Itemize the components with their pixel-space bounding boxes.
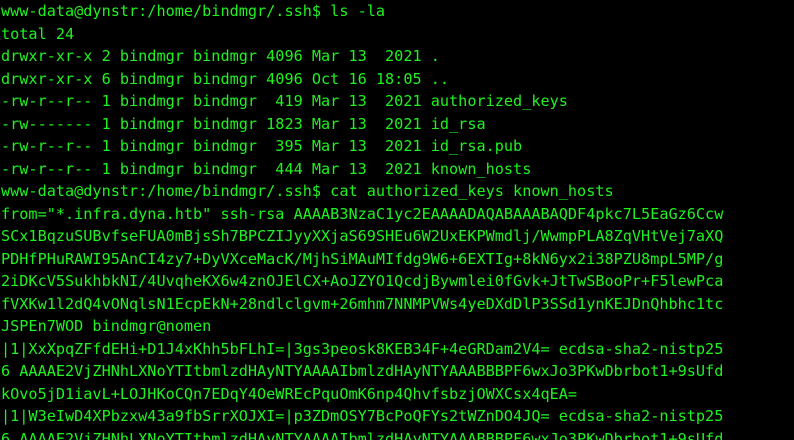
terminal-line-output: |1|XxXpqZFfdEHi+D1J4xKhh5bFLhI=|3gs3peos… [1, 339, 724, 358]
terminal-line-output: JSPEn7WOD bindmgr@nomen [1, 317, 212, 335]
terminal-line-file-known-hosts: -rw-r--r-- 1 bindmgr bindmgr 444 Mar 13 … [1, 159, 532, 178]
terminal-line-file-id-rsa: -rw------- 1 bindmgr bindmgr 1823 Mar 13… [1, 114, 486, 133]
terminal-line-total: total 24 [1, 24, 75, 43]
terminal-line-output: |1|W3eIwD4XPbzxw43a9fbSrrXOJXI=|p3ZDmOSY… [1, 407, 724, 425]
terminal-line-output: 6 AAAAE2VjZHNhLXNoYTItbmlzdHAyNTYAAAAIbm… [1, 362, 724, 380]
terminal-window[interactable]: www-data@dynstr:/home/bindmgr/.ssh$ ls -… [0, 0, 794, 440]
terminal-line-output: 6 AAAAE2VjZHNhLXNoYTItbmlzdHAyNTYAAAAIbm… [1, 429, 724, 440]
terminal-line-output: PDHfPHuRAWI95AnCI4zy7+DyVXceMacK/MjhSiMA… [1, 249, 724, 268]
terminal-line-prompt-cat: www-data@dynstr:/home/bindmgr/.ssh$ cat … [1, 182, 614, 200]
terminal-line-file-authorized-keys: -rw-r--r-- 1 bindmgr bindmgr 419 Mar 13 … [1, 92, 568, 110]
terminal-line-dir-current: drwxr-xr-x 2 bindmgr bindmgr 4096 Mar 13… [1, 47, 440, 65]
terminal-line-prompt-ls: www-data@dynstr:/home/bindmgr/.ssh$ ls -… [1, 2, 386, 20]
terminal-line-output: kOvo5jD1iavL+LOJHKoCQn7EDqY4OeWREcPquOmK… [1, 384, 578, 403]
terminal-line-dir-parent: drwxr-xr-x 6 bindmgr bindmgr 4096 Oct 16… [1, 69, 450, 88]
terminal-line-output: 2iDKcV5SukhbkNI/4UvqheKX6w4znOJElCX+AoJZ… [1, 272, 724, 290]
terminal-line-output: fVXKw1l2dQ4vONqlsN1EcpEkN+28ndlclgvm+26m… [1, 294, 724, 313]
terminal-line-output: SCx1BqzuSUBvfseFUA0mBjsSh7BPCZIJyyXXjaS6… [1, 227, 724, 245]
terminal-line-output: from="*.infra.dyna.htb" ssh-rsa AAAAB3Nz… [1, 204, 724, 223]
terminal-line-file-id-rsa-pub: -rw-r--r-- 1 bindmgr bindmgr 395 Mar 13 … [1, 137, 523, 155]
